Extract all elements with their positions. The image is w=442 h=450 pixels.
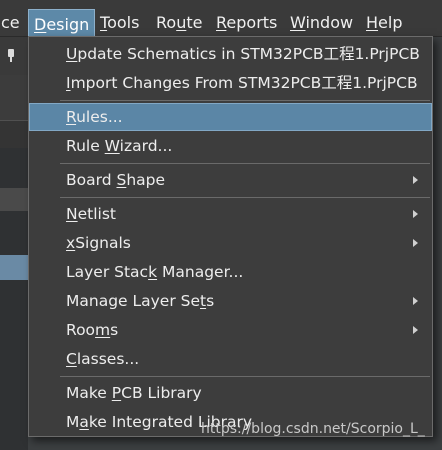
- menu-bar-item-window-mnemonic: W: [290, 13, 306, 32]
- background-panel-toolbar: [0, 37, 28, 75]
- menu-item-label: Rule Wizard...: [66, 137, 173, 155]
- menu-item-xsignals[interactable]: xSignals: [29, 229, 432, 257]
- menu-item-rules[interactable]: Rules...: [29, 103, 432, 131]
- menu-bar-item-tools-mnemonic: T: [100, 13, 108, 32]
- menu-item-import-changes[interactable]: Import Changes From STM32PCB工程1.PrjPCB: [29, 69, 432, 97]
- menu-bar-item-window[interactable]: Window: [285, 8, 358, 38]
- menu-bar-item-reports[interactable]: Reports: [211, 8, 282, 38]
- submenu-arrow-icon: [413, 239, 418, 247]
- menu-separator: [60, 100, 430, 101]
- menu-bar-item-tools-rest: ools: [107, 13, 140, 32]
- menu-item-label: Import Changes From STM32PCB工程1.PrjPCB: [66, 74, 418, 92]
- watermark-text: https://blog.csdn.net/Scorpio_L_: [201, 421, 425, 437]
- menu-bar-item-tools[interactable]: Tools: [95, 8, 144, 38]
- menu-item-netlist[interactable]: Netlist: [29, 200, 432, 228]
- menu-item-classes[interactable]: Classes...: [29, 345, 432, 373]
- menu-item-rule-wizard[interactable]: Rule Wizard...: [29, 132, 432, 160]
- menu-item-label: Board Shape: [66, 171, 166, 189]
- submenu-arrow-icon: [413, 176, 418, 184]
- menu-item-label: Manage Layer Sets: [66, 292, 215, 310]
- menu-item-label: Rooms: [66, 321, 119, 339]
- menu-bar-item-route-b: te: [186, 13, 203, 32]
- background-panel: [0, 37, 28, 450]
- menu-item-label: Update Schematics in STM32PCB工程1.PrjPCB: [66, 45, 420, 63]
- menu-bar: ce Design Tools Route Reports Window Hel…: [0, 0, 442, 39]
- pin-icon[interactable]: [8, 49, 14, 62]
- menu-bar-item-source[interactable]: ce: [0, 8, 25, 38]
- background-panel-header: [0, 120, 28, 148]
- menu-item-board-shape[interactable]: Board Shape: [29, 166, 432, 194]
- menu-bar-item-help[interactable]: Help: [361, 8, 407, 38]
- menu-item-layer-stack-manager[interactable]: Layer Stack Manager...: [29, 258, 432, 286]
- menu-bar-item-help-rest: elp: [378, 13, 403, 32]
- submenu-arrow-icon: [413, 297, 418, 305]
- menu-bar-item-reports-mnemonic: R: [216, 13, 227, 32]
- background-panel-strip: [0, 75, 28, 120]
- menu-item-rooms[interactable]: Rooms: [29, 316, 432, 344]
- menu-item-label: xSignals: [66, 234, 131, 252]
- menu-bar-item-window-rest: indow: [305, 13, 354, 32]
- design-menu-dropdown: Update Schematics in STM32PCB工程1.PrjPCB …: [28, 36, 433, 437]
- menu-item-label: Rules...: [66, 108, 123, 126]
- menu-separator: [60, 376, 430, 377]
- menu-item-manage-layer-sets[interactable]: Manage Layer Sets: [29, 287, 432, 315]
- menu-bar-item-route-mnemonic: u: [176, 13, 187, 32]
- menu-bar-item-design-mnemonic: D: [34, 15, 47, 34]
- menu-separator: [60, 163, 430, 164]
- submenu-arrow-icon: [413, 326, 418, 334]
- menu-item-update-schematics[interactable]: Update Schematics in STM32PCB工程1.PrjPCB: [29, 40, 432, 68]
- menu-bar-item-route-a: Ro: [156, 13, 177, 32]
- background-panel-row: [0, 188, 28, 211]
- submenu-arrow-icon: [413, 210, 418, 218]
- menu-separator: [60, 197, 430, 198]
- menu-bar-item-route[interactable]: Route: [151, 8, 207, 38]
- menu-bar-item-reports-rest: eports: [226, 13, 278, 32]
- menu-item-label: Layer Stack Manager...: [66, 263, 244, 281]
- menu-bar-item-design[interactable]: Design: [28, 9, 96, 39]
- menu-item-make-pcb-library[interactable]: Make PCB Library: [29, 379, 432, 407]
- menu-bar-item-help-mnemonic: H: [366, 13, 379, 32]
- menu-item-label: Classes...: [66, 350, 140, 368]
- background-panel-selected-row[interactable]: [0, 255, 28, 280]
- menu-item-label: Netlist: [66, 205, 116, 223]
- menu-bar-item-design-rest: esign: [46, 15, 90, 34]
- menu-item-label: Make PCB Library: [66, 384, 202, 402]
